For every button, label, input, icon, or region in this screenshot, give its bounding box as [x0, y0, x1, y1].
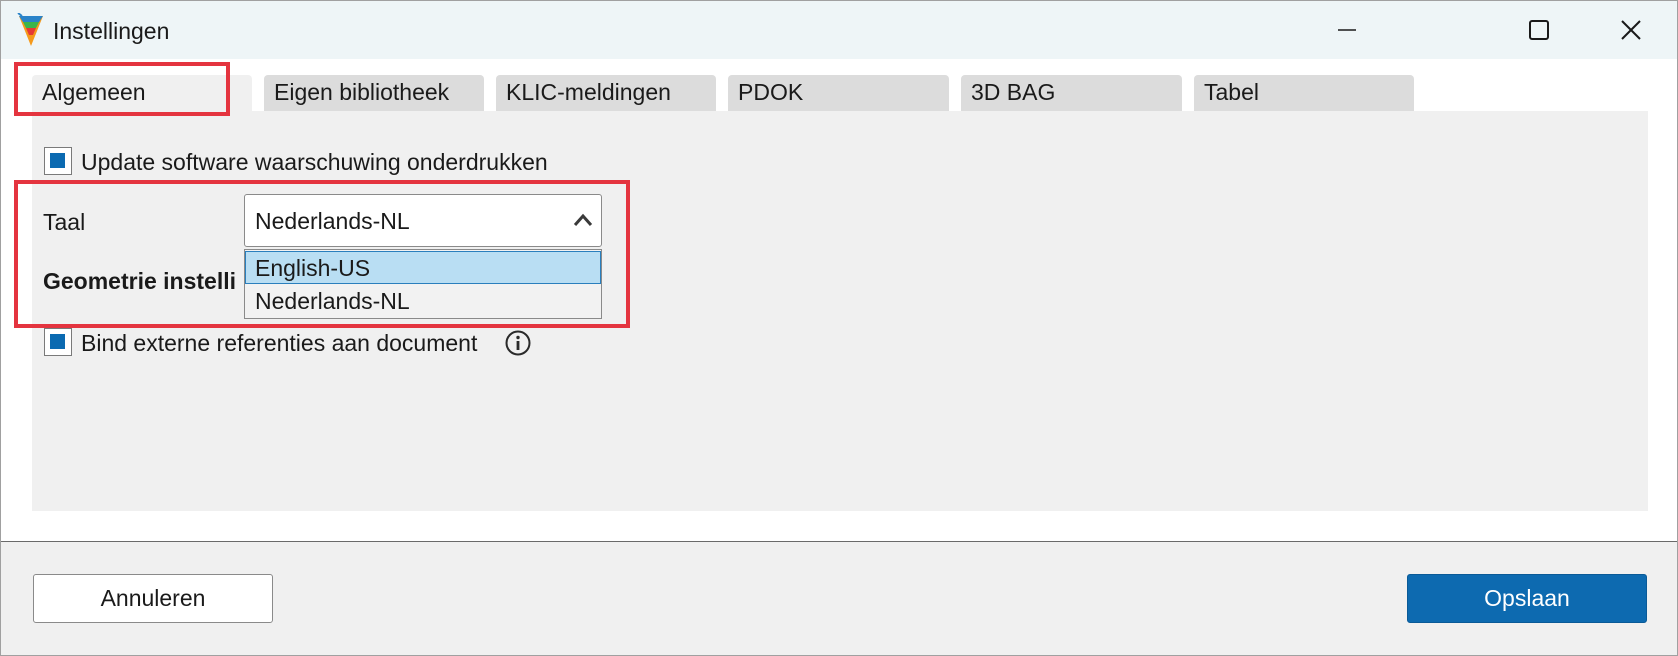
tab-tabel[interactable]: Tabel	[1194, 75, 1414, 111]
title-bar[interactable]: Instellingen	[1, 1, 1677, 59]
minimize-button[interactable]	[1301, 1, 1393, 59]
tab-klic-meldingen[interactable]: KLIC-meldingen	[496, 75, 716, 111]
tab-label: KLIC-meldingen	[506, 79, 671, 105]
tab-label: Tabel	[1204, 79, 1259, 105]
checkbox-checked-mark	[50, 334, 65, 349]
bind-refs-label: Bind externe referenties aan document	[81, 330, 478, 356]
bind-refs-checkbox[interactable]	[44, 328, 72, 356]
dialog-footer: Annuleren Opslaan	[1, 542, 1677, 655]
tab-label: Eigen bibliotheek	[274, 79, 450, 105]
info-icon[interactable]	[504, 329, 532, 357]
app-logo-icon	[17, 13, 43, 46]
close-icon	[1621, 20, 1641, 40]
tab-label: 3D BAG	[971, 79, 1056, 105]
minimize-icon	[1338, 29, 1356, 31]
maximize-button[interactable]	[1493, 1, 1585, 59]
save-button[interactable]: Opslaan	[1407, 574, 1647, 623]
checkbox-checked-mark	[50, 153, 65, 168]
maximize-icon	[1529, 20, 1549, 40]
tab-highlight-box	[14, 62, 230, 116]
tab-3d-bag[interactable]: 3D BAG	[961, 75, 1182, 111]
settings-dialog: Instellingen Algemeen Eigen bibliotheek …	[0, 0, 1678, 656]
close-button[interactable]	[1585, 1, 1677, 59]
language-highlight-box	[14, 180, 630, 328]
tab-eigen-bibliotheek[interactable]: Eigen bibliotheek	[264, 75, 484, 111]
window-title: Instellingen	[53, 18, 170, 44]
cancel-button[interactable]: Annuleren	[33, 574, 273, 623]
update-warning-label: Update software waarschuwing onderdrukke…	[81, 149, 548, 175]
update-warning-checkbox[interactable]	[44, 147, 72, 175]
tab-label: PDOK	[738, 79, 804, 105]
tab-pdok[interactable]: PDOK	[728, 75, 949, 111]
